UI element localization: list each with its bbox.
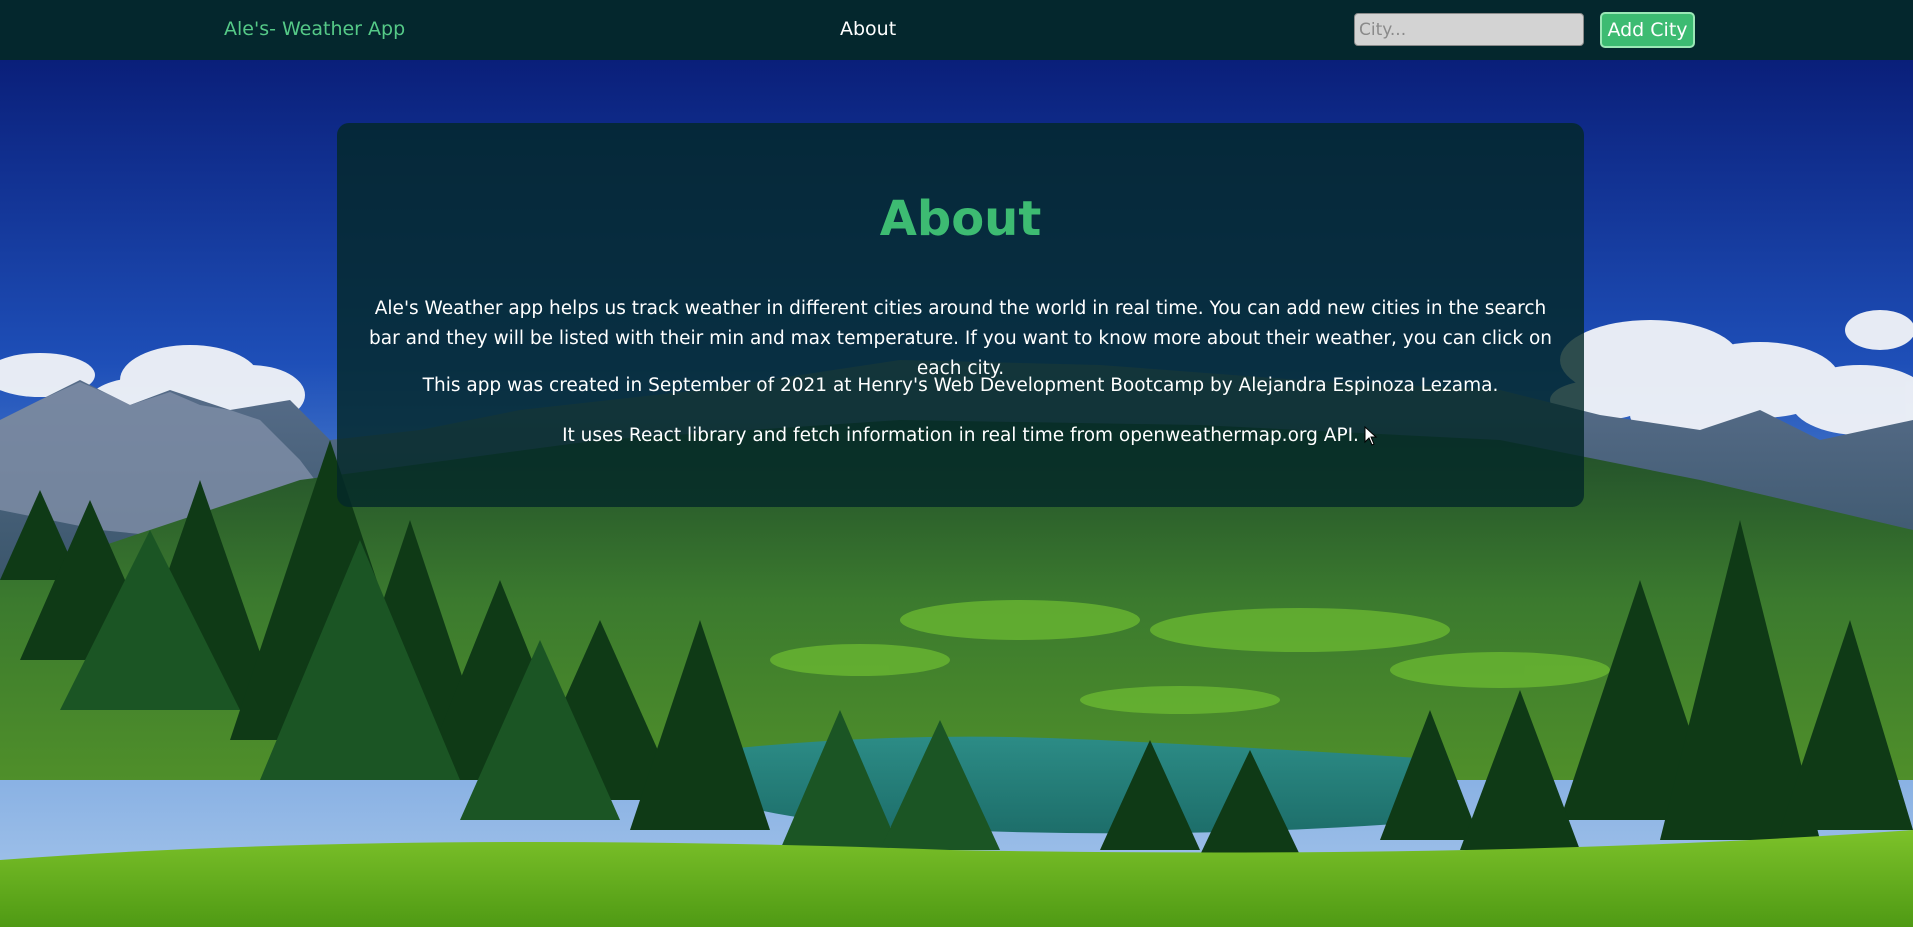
nav-about-link[interactable]: About xyxy=(840,18,896,40)
city-search-input[interactable] xyxy=(1354,13,1584,46)
top-navbar: Ale's- Weather App About Add City xyxy=(0,0,1913,60)
add-city-button[interactable]: Add City xyxy=(1600,12,1695,48)
mouse-pointer-icon xyxy=(1364,425,1378,450)
about-paragraph-creation: This app was created in September of 202… xyxy=(422,375,1499,396)
brand-link[interactable]: Ale's- Weather App xyxy=(224,18,405,40)
app-page: Ale's- Weather App About Add City About … xyxy=(0,0,1913,927)
about-title: About xyxy=(879,191,1042,247)
about-card: About Ale's Weather app helps us track w… xyxy=(337,123,1584,507)
